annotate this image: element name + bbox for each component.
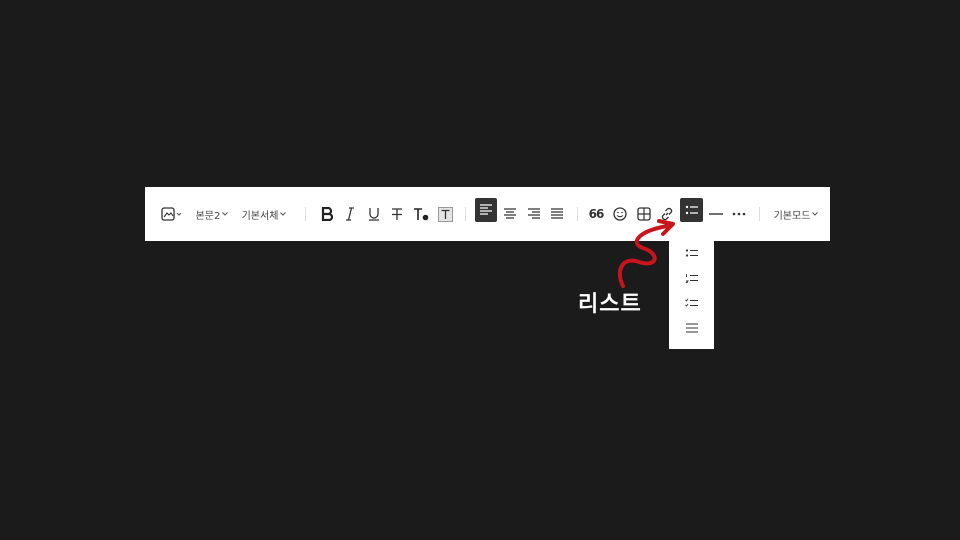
align-left-icon <box>480 204 492 215</box>
text-background-icon <box>437 206 453 222</box>
align-center-icon <box>504 208 516 219</box>
bullet-list-icon <box>685 249 698 257</box>
align-right-button[interactable] <box>523 201 545 227</box>
align-justify-button[interactable] <box>546 201 568 227</box>
chevron-down-icon <box>222 212 229 216</box>
strikethrough-icon <box>392 208 402 220</box>
paragraph-style-label: 본문2 <box>195 210 221 222</box>
italic-icon <box>346 207 354 221</box>
bold-button[interactable] <box>317 201 337 227</box>
quote-icon: 66 <box>588 207 605 221</box>
align-left-button[interactable] <box>475 198 497 222</box>
font-family-label: 기본서체 <box>241 210 279 222</box>
toolbar-divider <box>577 207 578 221</box>
plain-lines-icon <box>685 323 698 333</box>
align-right-icon <box>528 208 540 219</box>
list-option-none[interactable] <box>669 316 714 340</box>
font-color-button[interactable] <box>411 201 431 227</box>
bullet-list-icon <box>685 205 698 215</box>
annotation-label: 리스트 <box>578 292 642 317</box>
font-color-icon <box>414 208 429 221</box>
more-button[interactable] <box>729 201 749 227</box>
background-color-button[interactable] <box>435 201 455 227</box>
image-icon <box>161 207 182 221</box>
editor-toolbar: 본문2 기본서체 66 기본모드 <box>145 187 830 241</box>
align-justify-icon <box>551 208 563 219</box>
mode-label: 기본모드 <box>773 210 811 222</box>
toolbar-divider <box>759 207 760 221</box>
font-family-dropdown[interactable]: 기본서체 <box>239 201 289 227</box>
numbered-list-icon <box>684 274 698 283</box>
align-center-button[interactable] <box>499 201 521 227</box>
paragraph-style-dropdown[interactable]: 본문2 <box>193 201 231 227</box>
checklist-icon <box>684 298 698 307</box>
more-horizontal-icon <box>732 212 746 216</box>
toolbar-divider <box>305 207 306 221</box>
underline-icon <box>369 208 379 221</box>
horizontal-rule-button[interactable] <box>706 201 726 227</box>
toolbar-divider <box>465 207 466 221</box>
strikethrough-button[interactable] <box>387 201 407 227</box>
horizontal-line-icon <box>709 213 723 215</box>
image-button[interactable] <box>159 201 185 227</box>
quote-button[interactable]: 66 <box>586 201 606 227</box>
bold-icon <box>321 207 333 221</box>
italic-button[interactable] <box>340 201 360 227</box>
underline-button[interactable] <box>364 201 384 227</box>
chevron-down-icon <box>812 212 819 216</box>
dropdown-pointer <box>684 234 700 241</box>
mode-dropdown[interactable]: 기본모드 <box>769 201 823 227</box>
chevron-down-icon <box>280 212 287 216</box>
